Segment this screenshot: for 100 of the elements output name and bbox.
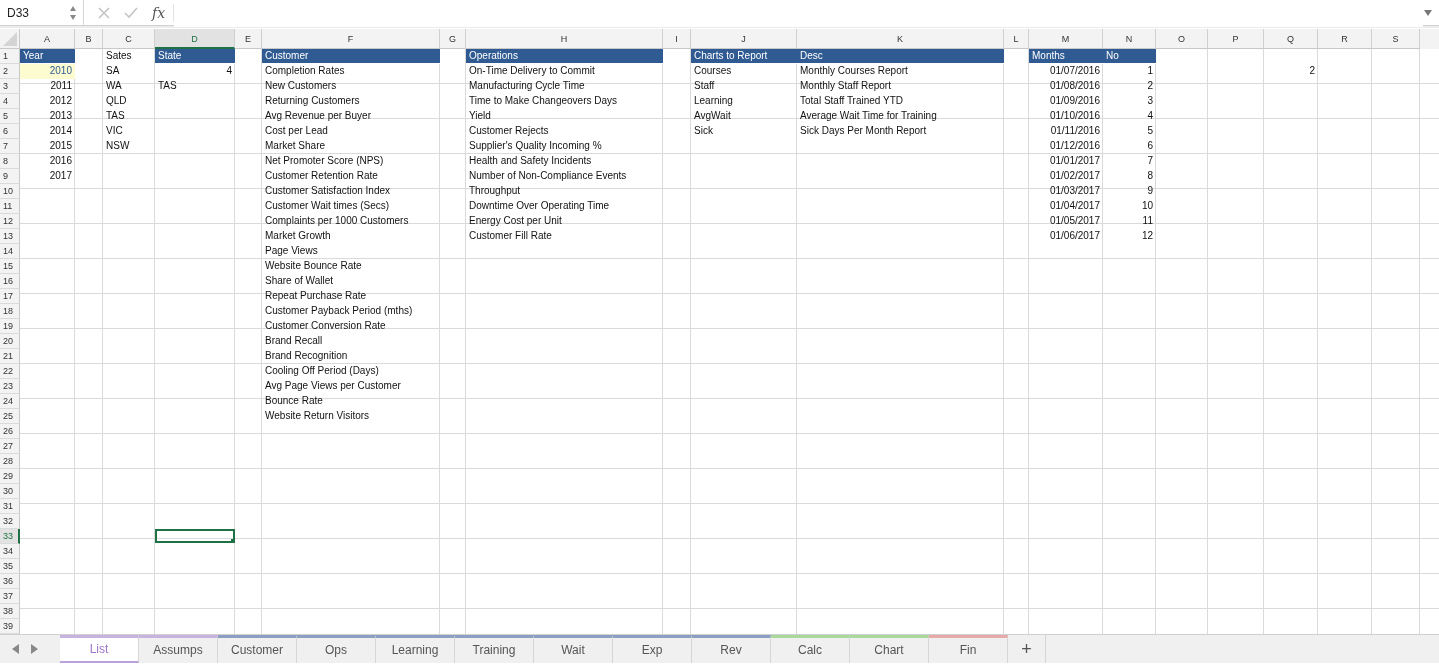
row-header[interactable]: 27 [0,439,20,454]
sheet-tab[interactable]: Rev [692,635,771,663]
check-icon[interactable] [124,6,138,19]
row-header[interactable]: 35 [0,559,20,574]
column-header[interactable]: D [155,29,235,49]
row-header[interactable]: 19 [0,319,20,334]
row-header[interactable]: 21 [0,349,20,364]
column-header[interactable]: R [1318,29,1372,49]
row-header[interactable]: 15 [0,259,20,274]
scroll-left-icon[interactable] [12,644,19,654]
column-header[interactable]: A [20,29,75,49]
column-header[interactable]: H [466,29,663,49]
table-cell-text: 2012 [48,94,73,108]
sheet-tab[interactable]: Fin [929,635,1008,663]
table-cell-text: Learning [693,94,734,108]
row-header[interactable]: 2 [0,64,20,79]
row-header[interactable]: 7 [0,139,20,154]
sheet-tab[interactable]: Ops [297,635,376,663]
row-header[interactable]: 24 [0,394,20,409]
table-cell-text: 1 [1146,64,1154,78]
table-cell-text: 12 [1140,229,1154,243]
column-header[interactable]: B [75,29,103,49]
table-cell-text: TAS [105,109,126,123]
table-cell-text: Courses [693,64,733,78]
function-button[interactable]: fx [152,4,166,21]
cancel-icon[interactable] [98,6,110,19]
sheet-tab[interactable]: Training [455,635,534,663]
row-header[interactable]: 30 [0,484,20,499]
row-header[interactable]: 25 [0,409,20,424]
row-header[interactable]: 38 [0,604,20,619]
row-header[interactable]: 9 [0,169,20,184]
sheet-tab[interactable]: Assumps [139,635,218,663]
column-header[interactable]: O [1156,29,1208,49]
row-header[interactable]: 3 [0,79,20,94]
row-header[interactable]: 37 [0,589,20,604]
row-header[interactable]: 11 [0,199,20,214]
row-header[interactable]: 31 [0,499,20,514]
table-cell-text: Customer Conversion Rate [264,319,387,333]
column-header[interactable]: I [663,29,691,49]
sheet-tab[interactable]: Learning [376,635,455,663]
column-header[interactable]: J [691,29,797,49]
column-header[interactable]: F [262,29,440,49]
column-header[interactable]: Q [1264,29,1318,49]
row-header[interactable]: 29 [0,469,20,484]
table-cell-text: Customer Retention Rate [264,169,379,183]
row-header[interactable]: 13 [0,229,20,244]
row-header[interactable]: 18 [0,304,20,319]
dropdown-caret-icon[interactable] [1423,8,1433,17]
column-header[interactable]: P [1208,29,1264,49]
table-cell-text: 2 [1146,79,1154,93]
column-header[interactable]: S [1372,29,1420,49]
row-header[interactable]: 20 [0,334,20,349]
row-header[interactable]: 33 [0,529,20,544]
row-header[interactable]: 12 [0,214,20,229]
column-header[interactable]: K [797,29,1004,49]
fill-handle[interactable] [231,539,235,543]
column-header[interactable]: E [235,29,262,49]
column-header[interactable]: G [440,29,466,49]
row-header[interactable]: 17 [0,289,20,304]
row-header[interactable]: 16 [0,274,20,289]
sheet-tab[interactable]: Exp [613,635,692,663]
row-header[interactable]: 6 [0,124,20,139]
sheet-tab[interactable]: Wait [534,635,613,663]
row-header[interactable]: 32 [0,514,20,529]
row-header[interactable]: 1 [0,49,20,64]
row-header[interactable]: 23 [0,379,20,394]
table-cell-text: 01/12/2016 [1048,139,1101,153]
row-header[interactable]: 14 [0,244,20,259]
table-cell-text: Total Staff Trained YTD [799,94,905,108]
row-header[interactable]: 5 [0,109,20,124]
row-header[interactable]: 10 [0,184,20,199]
sheet-tab[interactable]: List [60,635,139,663]
row-header[interactable]: 34 [0,544,20,559]
table-cell-text: 10 [1140,199,1154,213]
table-cell-text: AvgWait [693,109,732,123]
row-header[interactable]: 39 [0,619,20,634]
row-header[interactable]: 22 [0,364,20,379]
sheet-tab[interactable]: Chart [850,635,929,663]
row-header[interactable]: 36 [0,574,20,589]
row-header[interactable]: 26 [0,424,20,439]
column-title: Customer [262,49,440,64]
row-header[interactable]: 28 [0,454,20,469]
table-cell-text: On-Time Delivery to Commit [468,64,596,78]
table-cell-text: Complaints per 1000 Customers [264,214,410,228]
row-header[interactable]: 8 [0,154,20,169]
row-header[interactable]: 4 [0,94,20,109]
selected-cell[interactable] [155,529,235,544]
scroll-right-icon[interactable] [31,644,38,654]
sheet-tab[interactable]: Customer [218,635,297,663]
table-cell-text: Sates [105,49,133,63]
table-cell-text: Supplier's Quality Incoming % [468,139,603,153]
column-header[interactable]: N [1103,29,1156,49]
stepper-icon[interactable] [69,4,77,21]
table-cell-text: SA [105,64,121,78]
column-header[interactable]: C [103,29,155,49]
sheet-tab[interactable]: Calc [771,635,850,663]
column-header[interactable]: M [1029,29,1103,49]
table-cell-text: NSW [105,139,131,153]
column-header[interactable]: L [1004,29,1029,49]
name-box[interactable]: D33 [0,0,84,26]
